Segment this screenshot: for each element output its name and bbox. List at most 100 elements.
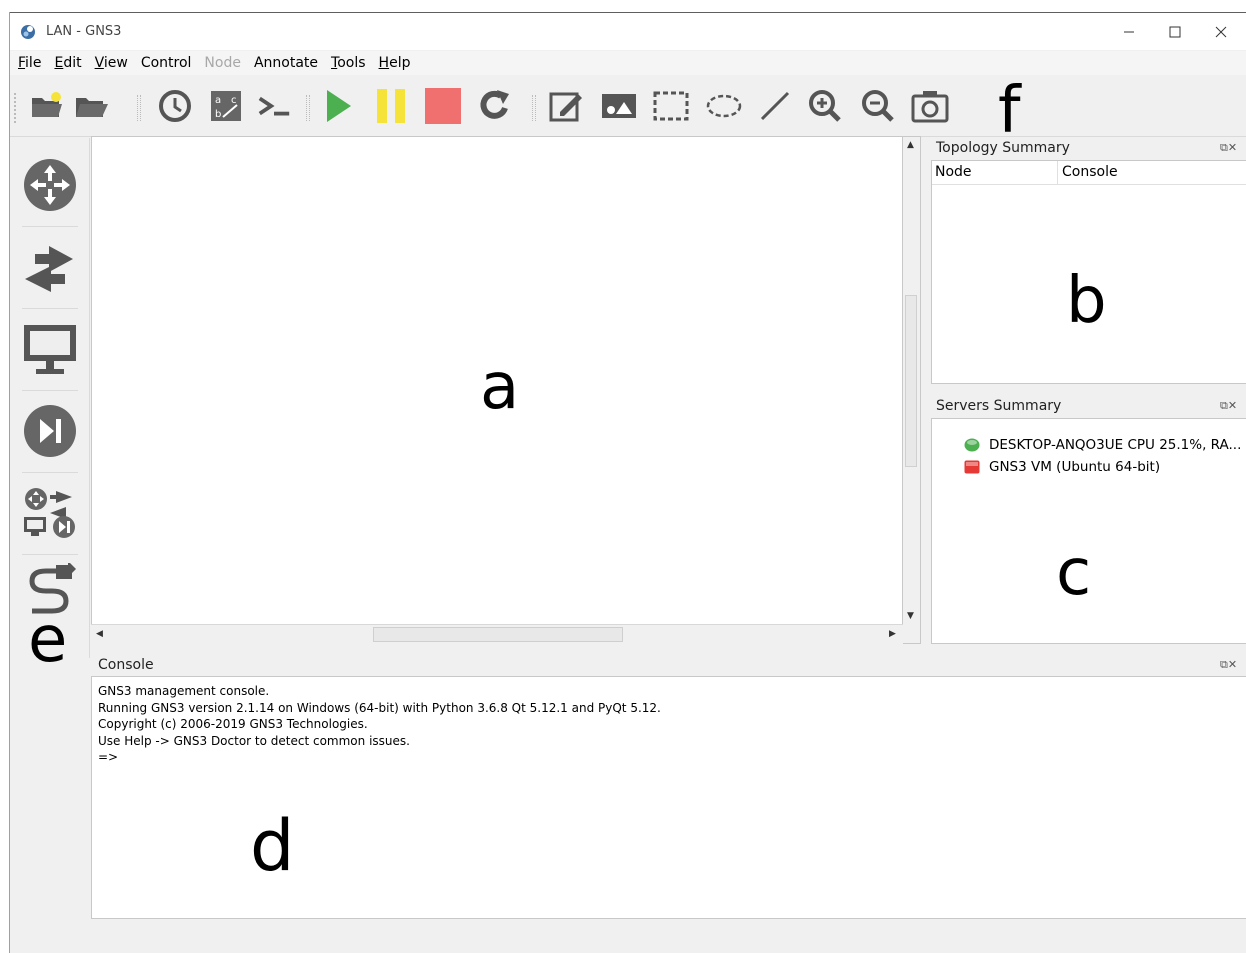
draw-rectangle-icon: [653, 91, 689, 121]
canvas-vertical-scrollbar[interactable]: ▲ ▼: [903, 136, 921, 644]
topology-summary-panel: Node Console b: [931, 160, 1246, 384]
show-interface-labels-icon: a cb: [211, 91, 241, 121]
server-name: GNS3 VM (Ubuntu 64-bit): [989, 459, 1161, 475]
label-a: a: [480, 350, 520, 424]
draw-rectangle-button[interactable]: [652, 87, 690, 125]
console-line: GNS3 management console.: [98, 684, 270, 698]
svg-text:a: a: [215, 95, 221, 106]
servers-dock-float-icon[interactable]: ⧉✕: [1220, 399, 1237, 413]
end-devices-icon: [24, 325, 76, 374]
zoom-in-icon: [809, 90, 841, 122]
vertical-scroll-thumb[interactable]: [905, 295, 917, 467]
routers-icon: [24, 159, 76, 211]
end-devices-button[interactable]: [20, 314, 80, 384]
draw-line-button[interactable]: [756, 87, 794, 125]
draw-ellipse-icon: [706, 94, 742, 118]
insert-image-button[interactable]: [600, 87, 638, 125]
scroll-right-arrow-icon[interactable]: ▶: [889, 629, 896, 639]
console-title: Console: [98, 657, 154, 673]
label-e: e: [28, 603, 68, 677]
zoom-out-button[interactable]: [859, 87, 897, 125]
add-note-button[interactable]: [547, 87, 585, 125]
snapshot-button[interactable]: [156, 87, 194, 125]
open-project-button[interactable]: [72, 87, 110, 125]
menu-control[interactable]: Control: [141, 55, 192, 71]
snapshot-clock-icon: [159, 90, 191, 122]
gns3-logo-icon: [20, 24, 36, 40]
menu-view[interactable]: View: [95, 55, 128, 71]
toolbar-separator: [137, 95, 141, 121]
draw-line-icon: [760, 91, 790, 121]
menu-annotate[interactable]: Annotate: [254, 55, 318, 71]
menu-node: Node: [204, 55, 241, 71]
server-item-vm[interactable]: GNS3 VM (Ubuntu 64-bit): [964, 459, 1160, 475]
servers-summary-title: Servers Summary: [936, 398, 1062, 414]
show-interface-labels-button[interactable]: acb: [207, 87, 245, 125]
status-bar: [10, 920, 1246, 953]
topology-summary-title: Topology Summary: [936, 140, 1070, 156]
console-line: Use Help -> GNS3 Doctor to detect common…: [98, 733, 410, 748]
zoom-in-button[interactable]: [806, 87, 844, 125]
toolbar-separator: [532, 95, 536, 121]
menu-help[interactable]: Help: [379, 55, 411, 71]
start-all-icon: [327, 90, 351, 122]
horizontal-scroll-thumb[interactable]: [373, 627, 623, 642]
column-console[interactable]: Console: [1062, 164, 1118, 180]
screenshot-button[interactable]: [911, 87, 949, 125]
main-toolbar: acb f: [10, 75, 1246, 143]
console-line: Running GNS3 version 2.1.14 on Windows (…: [98, 700, 661, 715]
new-project-button[interactable]: [28, 87, 66, 125]
label-f: f: [998, 74, 1021, 148]
label-d: d: [250, 805, 295, 887]
minimize-button[interactable]: [1106, 13, 1152, 51]
menu-bar: File Edit View Control Node Annotate Too…: [10, 51, 1246, 75]
server-name: DESKTOP-ANQO3UE CPU 25.1%, RA...: [989, 437, 1242, 453]
switches-button[interactable]: [20, 232, 80, 302]
server-status-green-icon: [964, 438, 980, 452]
gns3-window: LAN - GNS3 File Edit View Control Node A…: [9, 12, 1246, 953]
routers-button[interactable]: [20, 150, 80, 220]
topology-dock-float-icon[interactable]: ⧉✕: [1220, 141, 1237, 155]
servers-summary-panel: DESKTOP-ANQO3UE CPU 25.1%, RA... GNS3 VM…: [931, 418, 1246, 644]
console-all-icon: [258, 96, 290, 116]
scroll-down-arrow-icon[interactable]: ▼: [907, 611, 914, 621]
console-line: Copyright (c) 2006-2019 GNS3 Technologie…: [98, 717, 368, 731]
insert-image-icon: [602, 94, 636, 118]
topology-table-header: Node Console: [932, 161, 1246, 185]
minimize-icon: [1124, 31, 1134, 33]
close-icon: [1215, 26, 1227, 38]
topology-canvas[interactable]: a: [91, 136, 903, 644]
security-devices-button[interactable]: [20, 396, 80, 466]
server-item-local[interactable]: DESKTOP-ANQO3UE CPU 25.1%, RA...: [964, 437, 1241, 453]
toolbar-grip[interactable]: [14, 93, 17, 123]
zoom-out-icon: [862, 90, 894, 122]
stop-all-button[interactable]: [424, 87, 462, 125]
menu-file[interactable]: File: [18, 55, 41, 71]
column-node[interactable]: Node: [935, 164, 972, 180]
stop-all-icon: [425, 88, 461, 124]
scroll-up-arrow-icon[interactable]: ▲: [907, 140, 914, 150]
menu-edit[interactable]: Edit: [54, 55, 81, 71]
console-panel[interactable]: GNS3 management console. Running GNS3 ve…: [91, 676, 1246, 919]
suspend-all-button[interactable]: [372, 87, 410, 125]
draw-ellipse-button[interactable]: [705, 87, 743, 125]
svg-text:c: c: [231, 95, 237, 106]
window-title: LAN - GNS3: [46, 24, 122, 39]
all-devices-icon: [24, 488, 75, 538]
console-prompt[interactable]: =>: [98, 749, 1240, 766]
all-devices-button[interactable]: [20, 478, 80, 548]
maximize-button[interactable]: [1152, 13, 1198, 51]
console-all-button[interactable]: [255, 87, 293, 125]
scroll-left-arrow-icon[interactable]: ◀: [96, 629, 103, 639]
security-devices-icon: [24, 405, 76, 457]
open-project-icon: [76, 98, 108, 117]
menu-tools[interactable]: Tools: [331, 55, 366, 71]
screenshot-icon: [911, 91, 949, 123]
console-dock-float-icon[interactable]: ⧉✕: [1220, 658, 1237, 672]
add-note-icon: [549, 92, 582, 122]
start-all-button[interactable]: [319, 87, 357, 125]
canvas-horizontal-scrollbar[interactable]: ◀ ▶: [91, 624, 903, 644]
reload-all-button[interactable]: [476, 87, 514, 125]
close-button[interactable]: [1198, 13, 1244, 51]
suspend-all-icon: [377, 89, 405, 123]
